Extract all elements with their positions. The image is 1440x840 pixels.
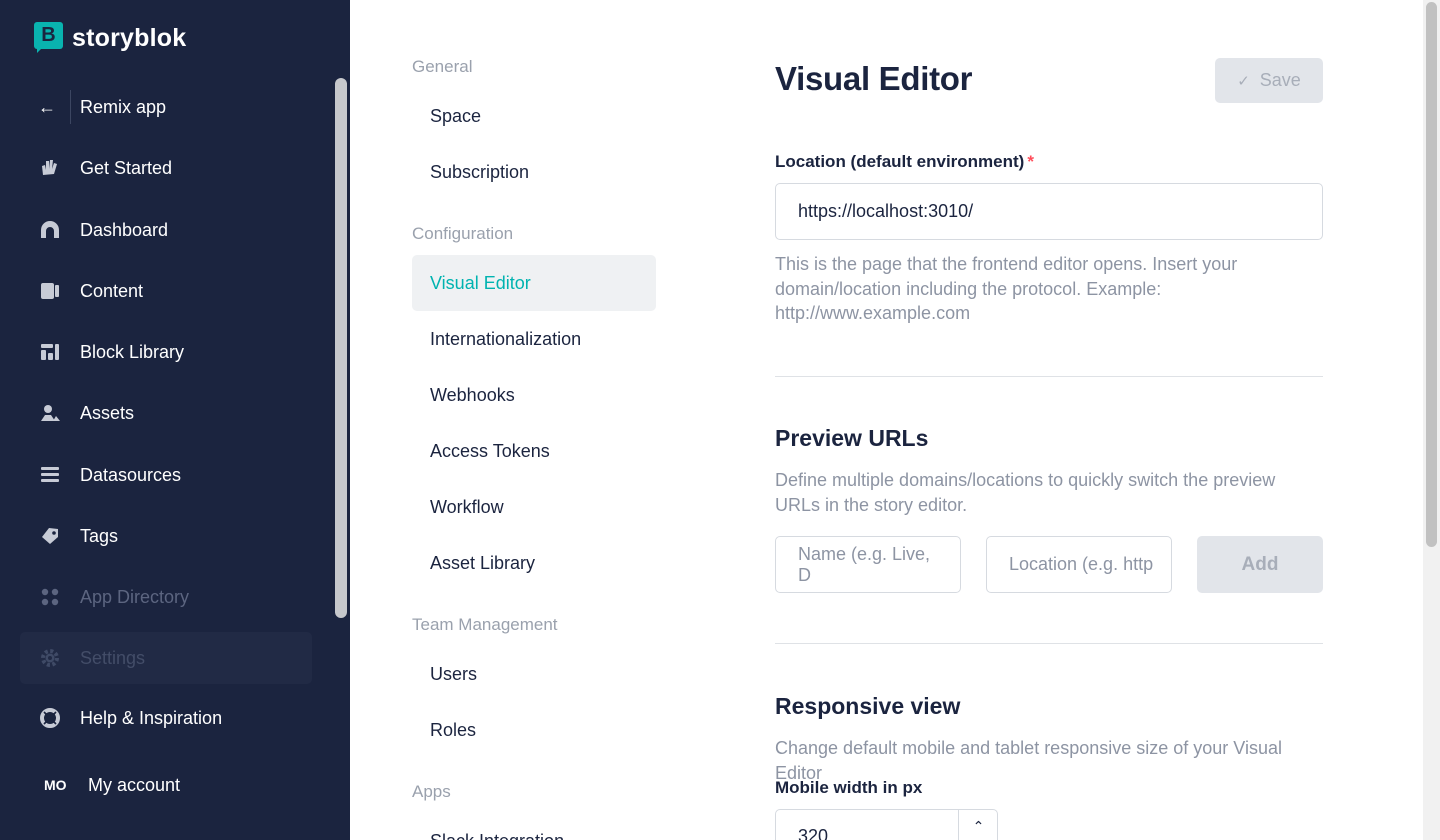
nav-item-get-started[interactable]: Get Started <box>38 153 172 183</box>
datasources-icon <box>38 463 62 487</box>
subnav-item-webhooks[interactable]: Webhooks <box>412 367 656 423</box>
settings-subnav: General Space Subscription Configuration… <box>412 0 657 840</box>
chevron-up-icon[interactable]: ⌃ <box>958 809 998 840</box>
sidebar: B storyblok ← Remix app Get Started Dash… <box>0 0 350 840</box>
nav-item-content[interactable]: Content <box>38 276 143 306</box>
my-account-label: My account <box>88 774 181 795</box>
logo-mark-icon: B <box>34 22 63 54</box>
content-icon <box>38 279 62 303</box>
page-scrollbar-thumb[interactable] <box>1426 2 1437 547</box>
subnav-item-users[interactable]: Users <box>412 646 656 702</box>
subnav-item-internationalization[interactable]: Internationalization <box>412 311 656 367</box>
nav-item-app-directory[interactable]: App Directory <box>38 582 189 612</box>
save-label: Save <box>1259 70 1301 90</box>
nav-item-help[interactable]: Help & Inspiration <box>38 703 222 733</box>
apps-icon <box>38 585 62 609</box>
lifebuoy-icon <box>38 706 62 730</box>
preview-name-input[interactable]: Name (e.g. Live, D <box>775 536 961 593</box>
preview-urls-help: Define multiple domains/locations to qui… <box>775 470 1276 515</box>
gear-icon <box>38 646 62 670</box>
nav-item-assets[interactable]: Assets <box>38 398 134 428</box>
my-account[interactable]: MO My account <box>44 770 180 800</box>
nav-label: Tags <box>80 525 119 546</box>
arrow-left-icon[interactable]: ← <box>38 97 62 118</box>
nav-label: Settings <box>80 647 146 668</box>
responsive-view-title: Responsive view <box>775 693 961 719</box>
block-library-icon <box>38 340 62 364</box>
space-name: Remix app <box>80 96 167 117</box>
divider <box>775 643 1323 644</box>
wave-icon <box>38 156 62 180</box>
tag-icon <box>38 524 62 548</box>
nav-item-settings[interactable]: Settings <box>38 643 145 673</box>
location-help: This is the page that the frontend edito… <box>775 254 1238 323</box>
nav-item-dashboard[interactable]: Dashboard <box>38 215 168 245</box>
nav-label: App Directory <box>80 586 190 607</box>
divider <box>775 376 1323 377</box>
nav-item-block-library[interactable]: Block Library <box>38 337 184 367</box>
add-preview-url-button[interactable]: Add <box>1197 536 1323 593</box>
subnav-heading-apps: Apps <box>412 782 451 801</box>
subnav-item-workflow[interactable]: Workflow <box>412 479 656 535</box>
subnav-item-subscription[interactable]: Subscription <box>412 144 656 200</box>
preview-urls-title: Preview URLs <box>775 425 929 451</box>
mobile-width-label: Mobile width in px <box>775 778 923 797</box>
space-switcher[interactable]: ← Remix app <box>38 89 166 125</box>
nav-label: Help & Inspiration <box>80 707 223 728</box>
divider <box>70 90 71 124</box>
main-panel: Visual Editor ✓ Save Location (default e… <box>775 0 1323 840</box>
subnav-item-space[interactable]: Space <box>412 88 656 144</box>
subnav-heading-general: General <box>412 57 473 76</box>
nav-label: Content <box>80 280 144 301</box>
subnav-item-visual-editor[interactable]: Visual Editor <box>412 255 656 311</box>
check-icon: ✓ <box>1237 72 1250 90</box>
subnav-heading-team: Team Management <box>412 615 558 634</box>
brand-name: storyblok <box>72 23 187 52</box>
storyblok-logo[interactable]: B storyblok <box>34 22 186 54</box>
avatar: MO <box>44 777 67 793</box>
nav-label: Dashboard <box>80 219 169 240</box>
nav-label: Datasources <box>80 464 182 485</box>
location-input[interactable]: https://localhost:3010/ <box>775 183 1323 240</box>
sidebar-scrollbar[interactable] <box>335 78 347 618</box>
nav-label: Block Library <box>80 341 185 362</box>
page-title: Visual Editor <box>775 60 973 97</box>
preview-location-input[interactable]: Location (e.g. http <box>986 536 1172 593</box>
nav-item-datasources[interactable]: Datasources <box>38 460 181 490</box>
location-label: Location (default environment) * <box>775 152 1034 171</box>
save-button[interactable]: ✓ Save <box>1215 58 1323 103</box>
subnav-item-asset-library[interactable]: Asset Library <box>412 535 656 591</box>
subnav-item-slack-integration[interactable]: Slack Integration <box>412 813 656 840</box>
nav-label: Assets <box>80 402 135 423</box>
nav-label: Get Started <box>80 157 173 178</box>
dashboard-icon <box>38 218 62 242</box>
subnav-heading-configuration: Configuration <box>412 224 514 243</box>
subnav-item-access-tokens[interactable]: Access Tokens <box>412 423 656 479</box>
required-mark: * <box>1027 152 1034 171</box>
subnav-item-roles[interactable]: Roles <box>412 702 656 758</box>
assets-icon <box>38 401 62 425</box>
nav-item-tags[interactable]: Tags <box>38 521 118 551</box>
